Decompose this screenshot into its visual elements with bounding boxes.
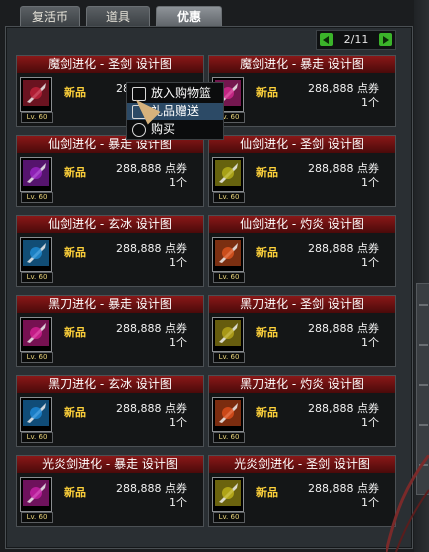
item-card[interactable]: 黑刀进化 - 暴走 设计图 Lv. 60 新品 288,888 点券 1个 — [16, 295, 204, 367]
item-title: 光炎剑进化 - 暴走 设计图 — [17, 456, 203, 473]
item-icon-frame[interactable] — [212, 317, 244, 352]
page-indicator: 2/11 — [343, 33, 369, 46]
new-badge: 新品 — [64, 406, 86, 419]
item-card[interactable]: 仙剑进化 - 玄冰 设计图 Lv. 60 新品 288,888 点券 1个 — [16, 215, 204, 287]
item-quantity: 1个 — [361, 96, 379, 109]
sword-blueprint-icon — [23, 480, 49, 506]
tab-discount[interactable]: 优惠 — [156, 6, 222, 28]
item-icon-frame[interactable] — [212, 237, 244, 272]
sword-blueprint-icon — [23, 160, 49, 186]
item-icon-frame[interactable] — [20, 237, 52, 272]
item-title: 仙剑进化 - 圣剑 设计图 — [209, 136, 395, 153]
item-card[interactable]: 黑刀进化 - 玄冰 设计图 Lv. 60 新品 288,888 点券 1个 — [16, 375, 204, 447]
item-quantity: 1个 — [361, 496, 379, 509]
pager: 2/11 — [316, 30, 396, 50]
item-title: 黑刀进化 - 暴走 设计图 — [17, 296, 203, 313]
new-badge: 新品 — [256, 406, 278, 419]
new-badge: 新品 — [64, 326, 86, 339]
new-badge: 新品 — [256, 166, 278, 179]
item-card[interactable]: 黑刀进化 - 圣剑 设计图 Lv. 60 新品 288,888 点券 1个 — [208, 295, 396, 367]
level-badge: Lv. 60 — [21, 512, 53, 523]
item-icon-frame[interactable] — [212, 477, 244, 512]
sword-blueprint-icon — [23, 400, 49, 426]
item-card[interactable]: 光炎剑进化 - 圣剑 设计图 Lv. 60 新品 288,888 点券 1个 — [208, 455, 396, 527]
item-icon-frame[interactable] — [20, 157, 52, 192]
sword-blueprint-icon — [23, 80, 49, 106]
item-icon-frame[interactable] — [20, 77, 52, 112]
item-card[interactable]: 仙剑进化 - 圣剑 设计图 Lv. 60 新品 288,888 点券 1个 — [208, 135, 396, 207]
coin-icon — [132, 123, 146, 137]
item-card[interactable]: 仙剑进化 - 灼炎 设计图 Lv. 60 新品 288,888 点券 1个 — [208, 215, 396, 287]
level-badge: Lv. 60 — [213, 352, 245, 363]
sword-blueprint-icon — [23, 240, 49, 266]
level-badge: Lv. 60 — [213, 272, 245, 283]
item-quantity: 1个 — [361, 176, 379, 189]
item-card[interactable]: 仙剑进化 - 暴走 设计图 Lv. 60 新品 288,888 点券 1个 — [16, 135, 204, 207]
sword-blueprint-icon — [215, 480, 241, 506]
new-badge: 新品 — [256, 486, 278, 499]
item-quantity: 1个 — [169, 256, 187, 269]
new-badge: 新品 — [256, 246, 278, 259]
item-icon-frame[interactable] — [20, 477, 52, 512]
item-card[interactable]: 光炎剑进化 - 暴走 设计图 Lv. 60 新品 288,888 点券 1个 — [16, 455, 204, 527]
level-badge: Lv. 60 — [213, 512, 245, 523]
menu-buy[interactable]: 购买 — [127, 121, 223, 138]
item-card[interactable]: 黑刀进化 - 灼炎 设计图 Lv. 60 新品 288,888 点券 1个 — [208, 375, 396, 447]
item-quantity: 1个 — [361, 256, 379, 269]
level-badge: Lv. 60 — [213, 432, 245, 443]
level-badge: Lv. 60 — [21, 192, 53, 203]
item-quantity: 1个 — [361, 336, 379, 349]
item-title: 魔剑进化 - 暴走 设计图 — [209, 56, 395, 73]
menu-add-to-basket-label: 放入购物篮 — [151, 86, 212, 100]
item-icon-frame[interactable] — [212, 397, 244, 432]
menu-buy-label: 购买 — [151, 122, 176, 136]
item-title: 光炎剑进化 - 圣剑 设计图 — [209, 456, 395, 473]
new-badge: 新品 — [64, 486, 86, 499]
level-badge: Lv. 60 — [21, 352, 53, 363]
sword-blueprint-icon — [215, 240, 241, 266]
prev-page-button[interactable] — [320, 33, 333, 46]
level-badge: Lv. 60 — [21, 112, 53, 123]
item-title: 黑刀进化 - 圣剑 设计图 — [209, 296, 395, 313]
sword-blueprint-icon — [215, 160, 241, 186]
tab-revival-coin[interactable]: 复活币 — [20, 6, 80, 27]
item-quantity: 1个 — [361, 416, 379, 429]
item-quantity: 1个 — [169, 336, 187, 349]
sword-blueprint-icon — [215, 400, 241, 426]
new-badge: 新品 — [64, 86, 86, 99]
level-badge: Lv. 60 — [213, 192, 245, 203]
item-icon-frame[interactable] — [212, 157, 244, 192]
item-title: 仙剑进化 - 玄冰 设计图 — [17, 216, 203, 233]
item-quantity: 1个 — [169, 496, 187, 509]
next-page-button[interactable] — [379, 33, 392, 46]
item-icon-frame[interactable] — [20, 397, 52, 432]
item-title: 黑刀进化 - 灼炎 设计图 — [209, 376, 395, 393]
item-icon-frame[interactable] — [20, 317, 52, 352]
level-badge: Lv. 60 — [21, 272, 53, 283]
level-badge: Lv. 60 — [21, 432, 53, 443]
item-title: 魔剑进化 - 圣剑 设计图 — [17, 56, 203, 73]
item-card[interactable]: 魔剑进化 - 暴走 设计图 Lv. 60 新品 288,888 点券 1个 — [208, 55, 396, 127]
new-badge: 新品 — [64, 246, 86, 259]
item-title: 仙剑进化 - 灼炎 设计图 — [209, 216, 395, 233]
new-badge: 新品 — [256, 326, 278, 339]
item-quantity: 1个 — [169, 176, 187, 189]
sword-blueprint-icon — [23, 320, 49, 346]
tab-items[interactable]: 道具 — [86, 6, 150, 27]
sword-blueprint-icon — [215, 320, 241, 346]
new-badge: 新品 — [256, 86, 278, 99]
background-decoration — [386, 455, 429, 552]
new-badge: 新品 — [64, 166, 86, 179]
item-quantity: 1个 — [169, 416, 187, 429]
item-title: 黑刀进化 - 玄冰 设计图 — [17, 376, 203, 393]
